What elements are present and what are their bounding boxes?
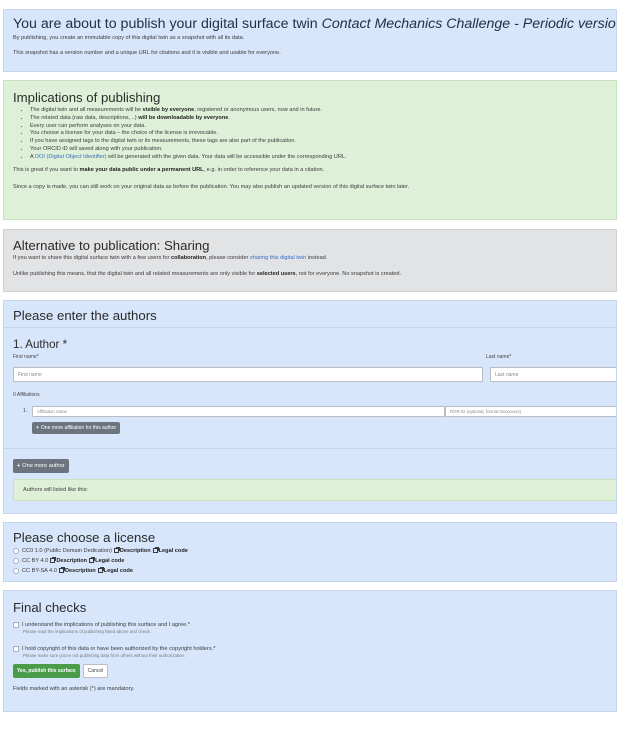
implication-item: You choose a license for your data – the… xyxy=(30,130,607,138)
external-link-icon xyxy=(50,557,57,564)
license-legal-link[interactable]: Legal code xyxy=(159,548,188,554)
implications-list: The digital twin and all measurements wi… xyxy=(13,107,607,162)
divider xyxy=(4,448,616,449)
external-link-icon xyxy=(152,547,159,554)
authors-heading: Please enter the authors xyxy=(13,308,157,323)
cancel-button[interactable]: Cancel xyxy=(82,664,109,678)
first-name-label: First name* xyxy=(13,354,39,360)
publish-page: You are about to publish your digital su… xyxy=(0,0,618,743)
add-affiliation-button[interactable]: + One more affiliation for this author xyxy=(32,422,121,434)
share-digital-twin-link[interactable]: sharing this digital twin xyxy=(250,255,306,261)
add-author-button[interactable]: + One more author xyxy=(13,459,69,473)
sharing-line-1: If you want to share this digital surfac… xyxy=(13,255,328,261)
author-title: 1. Author * xyxy=(13,338,68,351)
implication-item: The digital twin and all measurements wi… xyxy=(30,107,607,115)
sharing-card: Alternative to publication: Sharing If y… xyxy=(3,229,617,292)
final-checks-card: Final checks I understand the implicatio… xyxy=(3,590,617,712)
authors-preview-text: Authors will listed like this: xyxy=(23,487,88,493)
divider xyxy=(4,327,616,328)
mandatory-note: Fields marked with an asterisk (*) are m… xyxy=(13,686,135,692)
external-link-icon xyxy=(89,557,96,564)
implication-item: The related data (raw data, descriptions… xyxy=(30,115,607,123)
copyright-checkbox[interactable] xyxy=(13,645,19,652)
surface-name: Contact Mechanics Challenge - Periodic v… xyxy=(321,16,617,32)
authors-card: Please enter the authors 1. Author * Fir… xyxy=(3,300,617,514)
copyright-hint: Please make sure you're not publishing d… xyxy=(23,653,186,658)
radio-icon[interactable] xyxy=(13,557,19,564)
implications-checkbox-row[interactable]: I understand the implications of publish… xyxy=(13,621,607,629)
sharing-heading: Alternative to publication: Sharing xyxy=(13,238,210,253)
license-option-cc-by-sa[interactable]: CC BY-SA 4.0 Description Legal code xyxy=(13,566,607,576)
page-title: You are about to publish your digital su… xyxy=(13,15,616,33)
implications-card: Implications of publishing The digital t… xyxy=(3,80,617,220)
license-card: Please choose a license CC0 1.0 (Public … xyxy=(3,522,617,582)
plus-icon: + xyxy=(17,463,21,469)
copyright-checkbox-row[interactable]: I hold copyright of this data or have be… xyxy=(13,645,607,653)
publish-button[interactable]: Yes, publish this surface xyxy=(13,664,80,678)
implication-item: If you have assigned tags to the digital… xyxy=(30,138,607,146)
license-description-link[interactable]: Description xyxy=(65,568,96,574)
first-name-input[interactable]: First name xyxy=(13,367,483,382)
license-heading: Please choose a license xyxy=(13,530,156,545)
final-checks-heading: Final checks xyxy=(13,600,87,615)
permanent-url-note: This is great if you want to make your d… xyxy=(13,166,325,173)
last-name-label: Last name* xyxy=(486,354,512,360)
implication-item: Your ORCID iD will saved along with your… xyxy=(30,146,607,154)
license-legal-link[interactable]: Legal code xyxy=(104,568,133,574)
license-legal-link[interactable]: Legal code xyxy=(95,558,124,564)
license-option-cc-by[interactable]: CC BY 4.0 Description Legal code xyxy=(13,556,607,566)
intro-line-2: This snapshot has a version number and a… xyxy=(13,50,281,56)
radio-icon[interactable] xyxy=(13,547,19,554)
implication-item: A DOI (Digital Object Identifier) will b… xyxy=(30,154,607,162)
affiliation-index: 1. xyxy=(23,408,28,414)
intro-line-1: By publishing, you create an immutable c… xyxy=(13,35,245,41)
external-link-icon xyxy=(97,567,104,574)
affiliations-count: 0 Affiliations xyxy=(13,392,40,398)
license-option-cc0[interactable]: CC0 1.0 (Public Domain Dedication) Descri… xyxy=(13,546,607,556)
license-description-link[interactable]: Description xyxy=(120,548,151,554)
copy-note: Since a copy is made, you can still work… xyxy=(13,183,410,190)
implications-heading: Implications of publishing xyxy=(13,90,161,105)
plus-icon: + xyxy=(36,425,39,431)
external-link-icon xyxy=(113,547,120,554)
agree-checkbox[interactable] xyxy=(13,621,19,628)
external-link-icon xyxy=(58,567,65,574)
ror-id-input[interactable]: ROR ID (optional, format 0xxxxxxxx) xyxy=(445,406,616,417)
affiliation-name-input[interactable]: Affiliation name xyxy=(32,406,445,417)
last-name-input[interactable]: Last name xyxy=(490,367,616,382)
implication-item: Every user can perform analyses on your … xyxy=(30,123,607,131)
sharing-line-2: Unlike publishing this means, that the d… xyxy=(13,271,402,277)
authors-preview: Authors will listed like this: xyxy=(13,479,616,501)
action-buttons: Yes, publish this surface Cancel xyxy=(13,664,607,678)
radio-icon[interactable] xyxy=(13,567,19,574)
implications-hint: Please read the implications of publishi… xyxy=(23,629,151,634)
doi-link[interactable]: DOI (Digital Object Identifier) xyxy=(35,154,107,160)
license-description-link[interactable]: Description xyxy=(56,558,87,564)
intro-card: You are about to publish your digital su… xyxy=(3,9,617,72)
